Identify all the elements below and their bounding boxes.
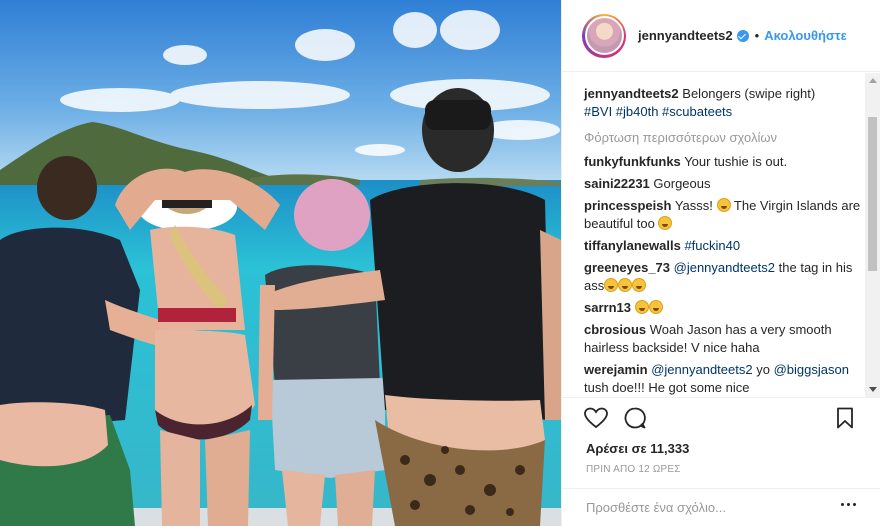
header-username[interactable]: jennyandteets2 [638,28,733,43]
comment-item: tiffanylanewalls #fuckin40 [584,237,861,255]
caption: jennyandteets2 Belongers (swipe right) #… [584,85,861,121]
emoji-icon [716,198,731,212]
emoji-icon [618,278,633,292]
comment-hashtag[interactable]: #fuckin40 [684,238,740,253]
comment-item: saini22231 Gorgeous [584,175,861,193]
comment-item: cbrosious Woah Jason has a very smooth h… [584,321,861,357]
comment-text-2: tush doe!!! He got some nice [584,380,750,395]
scrollbar-thumb[interactable] [868,117,877,271]
caption-text: Belongers (swipe right) [682,86,816,101]
comment-username[interactable]: greeneyes_73 [584,260,670,275]
more-options-icon[interactable] [841,503,856,506]
emoji-icon [632,278,647,292]
action-bar [562,397,880,447]
scroll-up-icon[interactable] [869,78,877,83]
comment-text: yo [756,362,770,377]
post-side-panel: jennyandteets2 • Ακολουθήστε jennyandtee… [561,0,880,526]
comment-username[interactable]: sarrn13 [584,300,631,315]
comment-item: princesspeish Yasss! The Virgin Islands … [584,197,861,233]
load-more-comments-button[interactable]: Φόρτωση περισσότερων σχολίων [584,129,861,147]
comment-username[interactable]: cbrosious [584,322,646,337]
comment-item: sarrn13 [584,299,861,317]
comment-username[interactable]: funkyfunkfunks [584,154,681,169]
follow-button[interactable]: Ακολουθήστε [764,28,847,43]
comment-item: werejamin @jennyandteets2 yo @biggsjason… [584,361,861,397]
comment-mention[interactable]: @jennyandteets2 [651,362,752,377]
post-photo-image [0,0,561,526]
post-timestamp[interactable]: ΠΡΙΝ ΑΠΟ 12 ΩΡΕΣ [586,464,681,475]
comment-icon[interactable] [624,407,646,429]
comment-username[interactable]: saini22231 [584,176,650,191]
emoji-icon [634,300,649,314]
comment-text: Your tushie is out. [684,154,788,169]
comment-item: funkyfunkfunks Your tushie is out. [584,153,861,171]
post-header: jennyandteets2 • Ακολουθήστε [562,0,880,72]
likes-count[interactable]: Αρέσει σε 11,333 [586,441,689,456]
heart-icon[interactable] [584,407,608,429]
add-comment-bar [562,488,880,526]
emoji-icon [658,216,673,230]
verified-badge-icon [736,29,749,42]
comment-username[interactable]: werejamin [584,362,648,377]
scroll-down-icon[interactable] [869,387,877,392]
separator-dot: • [754,28,760,43]
comments-list[interactable]: jennyandteets2 Belongers (swipe right) #… [562,73,880,397]
comment-username[interactable]: tiffanylanewalls [584,238,681,253]
caption-hashtags[interactable]: #BVI #jb40th #scubateets [584,104,732,119]
avatar[interactable] [582,13,626,58]
comment-text: Yasss! [674,198,713,213]
avatar-image [584,16,624,55]
post-photo[interactable] [0,0,561,526]
comment-input[interactable] [586,500,826,515]
emoji-icon [648,300,663,314]
comments-scrollbar[interactable] [865,73,880,397]
comment-mention-2[interactable]: @biggsjason [774,362,849,377]
comment-username[interactable]: princesspeish [584,198,671,213]
caption-username[interactable]: jennyandteets2 [584,86,679,101]
comment-mention[interactable]: @jennyandteets2 [674,260,775,275]
comment-item: greeneyes_73 @jennyandteets2 the tag in … [584,259,861,295]
bookmark-icon[interactable] [836,407,854,429]
emoji-icon [604,278,619,292]
comment-text: Gorgeous [653,176,711,191]
